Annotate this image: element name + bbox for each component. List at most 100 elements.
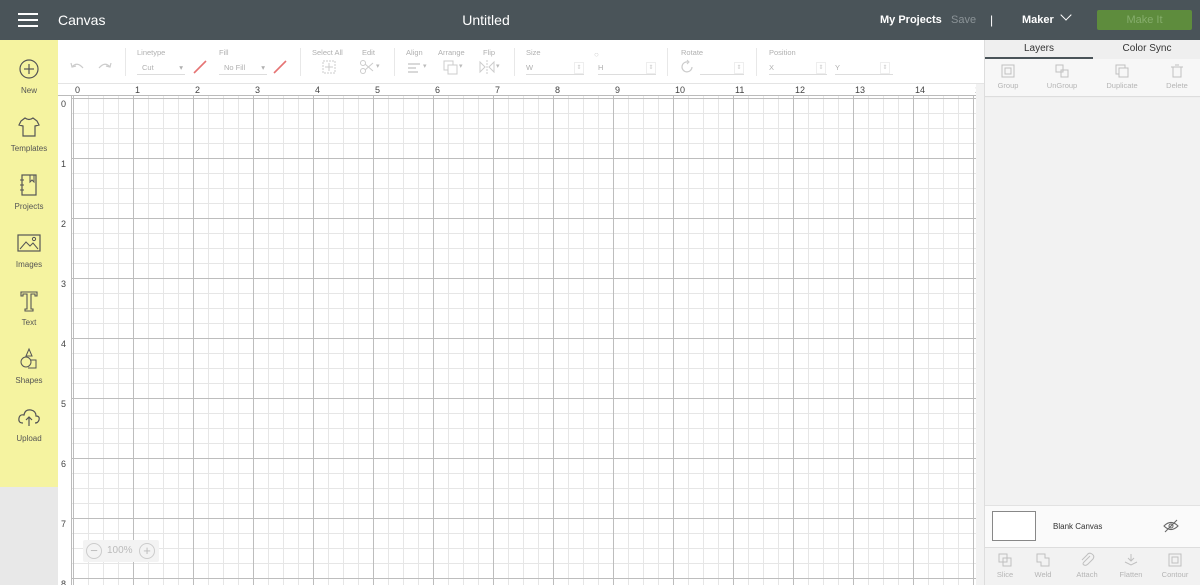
ruler-tick-label: 7 bbox=[61, 519, 67, 529]
design-canvas[interactable] bbox=[72, 96, 976, 585]
toolbar-divider bbox=[394, 48, 395, 76]
ungroup-icon bbox=[1055, 64, 1069, 78]
sidebar-item-images[interactable]: Images bbox=[0, 230, 58, 269]
sidebar-item-new[interactable]: New bbox=[0, 56, 58, 95]
linetype-value: Cut bbox=[142, 63, 154, 72]
text-icon bbox=[16, 288, 42, 314]
weld-button[interactable]: Weld bbox=[1023, 552, 1063, 579]
header-divider: | bbox=[990, 13, 994, 27]
eye-hidden-icon[interactable] bbox=[1163, 519, 1179, 533]
flip-icon[interactable] bbox=[478, 58, 496, 76]
zoom-out-button[interactable]: − bbox=[86, 543, 102, 559]
fill-label: Fill bbox=[219, 48, 229, 57]
ruler-tick-label: 13 bbox=[855, 85, 866, 95]
align-icon[interactable] bbox=[406, 58, 424, 76]
notebook-icon bbox=[16, 172, 42, 198]
arrange-label: Arrange bbox=[438, 48, 465, 57]
machine-select[interactable]: Maker bbox=[1022, 9, 1072, 26]
toolbar-divider bbox=[125, 48, 126, 76]
lock-icon[interactable]: ○ bbox=[594, 50, 599, 59]
tshirt-icon bbox=[16, 114, 42, 140]
rotate-icon[interactable] bbox=[678, 58, 696, 76]
ungroup-button[interactable]: UnGroup bbox=[1039, 63, 1085, 90]
ruler-tick-label: 4 bbox=[315, 85, 321, 95]
ruler-tick-label: 5 bbox=[61, 399, 67, 409]
make-it-button[interactable]: Make It bbox=[1097, 10, 1192, 30]
sidebar-item-projects[interactable]: Projects bbox=[0, 172, 58, 211]
linetype-color-icon[interactable] bbox=[191, 58, 209, 76]
bottom-actions-bar: Slice Weld Attach Flatten Contour bbox=[985, 547, 1200, 585]
blank-canvas-row[interactable]: Blank Canvas bbox=[985, 505, 1200, 547]
undo-icon[interactable] bbox=[68, 58, 86, 76]
ruler-tick-label: 9 bbox=[615, 85, 621, 95]
x-stepper[interactable]: ⇕ bbox=[816, 62, 826, 74]
chevron-down-icon: ▾ bbox=[496, 63, 500, 70]
sidebar-item-label: Images bbox=[15, 260, 43, 269]
sidebar-item-upload[interactable]: Upload bbox=[0, 404, 58, 443]
chevron-down-icon: ▾ bbox=[179, 63, 183, 72]
canvas-scrollbar[interactable] bbox=[976, 84, 984, 585]
toolbar-divider bbox=[300, 48, 301, 76]
chevron-down-icon bbox=[1060, 9, 1072, 21]
toolbar-divider bbox=[756, 48, 757, 76]
shapes-icon bbox=[16, 346, 42, 372]
contour-label: Contour bbox=[1161, 570, 1189, 579]
select-all-icon[interactable] bbox=[320, 58, 338, 76]
horizontal-ruler: 0 1 2 3 4 5 6 7 8 9 10 11 12 13 14 15 bbox=[58, 84, 984, 96]
tab-color-sync[interactable]: Color Sync bbox=[1093, 40, 1200, 59]
attach-button[interactable]: Attach bbox=[1067, 552, 1107, 579]
ruler-tick-label: 11 bbox=[735, 85, 745, 95]
flatten-button[interactable]: Flatten bbox=[1111, 552, 1151, 579]
ungroup-label: UnGroup bbox=[1046, 81, 1078, 90]
blank-canvas-label: Blank Canvas bbox=[1053, 522, 1103, 531]
group-button[interactable]: Group bbox=[985, 63, 1031, 90]
edit-label: Edit bbox=[362, 48, 375, 57]
group-label: Group bbox=[997, 81, 1019, 90]
fill-select[interactable]: No Fill ▾ bbox=[219, 61, 267, 75]
layer-actions-bar: Group UnGroup Duplicate Delete bbox=[985, 59, 1200, 97]
ruler-tick-label: 3 bbox=[61, 279, 67, 289]
flip-label: Flip bbox=[483, 48, 496, 57]
arrange-icon[interactable] bbox=[442, 58, 460, 76]
sidebar-item-label: Text bbox=[21, 318, 37, 327]
ruler-tick-label: 2 bbox=[61, 219, 67, 229]
slice-button[interactable]: Slice bbox=[985, 552, 1025, 579]
duplicate-label: Duplicate bbox=[1106, 81, 1138, 90]
y-stepper[interactable]: ⇕ bbox=[880, 62, 890, 74]
redo-icon[interactable] bbox=[96, 58, 114, 76]
delete-button[interactable]: Delete bbox=[1154, 63, 1200, 90]
sidebar-item-text[interactable]: Text bbox=[0, 288, 58, 327]
edit-scissors-icon[interactable] bbox=[358, 58, 376, 76]
machine-select-label: Maker bbox=[1022, 14, 1054, 26]
tab-layers[interactable]: Layers bbox=[985, 40, 1093, 59]
document-title[interactable]: Untitled bbox=[0, 12, 972, 28]
height-stepper[interactable]: ⇕ bbox=[646, 62, 656, 74]
edit-toolbar: Linetype Cut ▾ Fill No Fill ▾ Select All… bbox=[58, 40, 984, 84]
left-sidebar: New Templates Projects Images Text Shape… bbox=[0, 40, 58, 487]
size-label: Size bbox=[526, 48, 541, 57]
rotate-stepper[interactable]: ⇕ bbox=[734, 62, 744, 74]
contour-icon bbox=[1168, 553, 1182, 567]
fill-color-icon[interactable] bbox=[271, 58, 289, 76]
save-button[interactable]: Save bbox=[951, 14, 976, 26]
duplicate-button[interactable]: Duplicate bbox=[1099, 63, 1145, 90]
sidebar-item-label: New bbox=[20, 86, 37, 95]
top-bar: Canvas Untitled My Projects Save | Maker… bbox=[0, 0, 1200, 40]
linetype-select[interactable]: Cut ▾ bbox=[137, 61, 185, 75]
weld-icon bbox=[1036, 553, 1050, 567]
ruler-tick-label: 6 bbox=[435, 85, 441, 95]
sidebar-item-shapes[interactable]: Shapes bbox=[0, 346, 58, 385]
select-all-label: Select All bbox=[312, 48, 343, 57]
ruler-tick-label: 0 bbox=[75, 85, 81, 95]
toolbar-divider bbox=[514, 48, 515, 76]
width-stepper[interactable]: ⇕ bbox=[574, 62, 584, 74]
zoom-control: − 100% + bbox=[83, 540, 159, 562]
blank-canvas-thumbnail bbox=[992, 511, 1036, 541]
zoom-in-button[interactable]: + bbox=[139, 543, 155, 559]
flatten-label: Flatten bbox=[1119, 570, 1143, 579]
my-projects-link[interactable]: My Projects bbox=[880, 14, 942, 26]
contour-button[interactable]: Contour bbox=[1155, 552, 1195, 579]
sidebar-item-templates[interactable]: Templates bbox=[0, 114, 58, 153]
ruler-tick-label: 2 bbox=[195, 85, 201, 95]
sidebar-item-label: Projects bbox=[14, 202, 44, 211]
